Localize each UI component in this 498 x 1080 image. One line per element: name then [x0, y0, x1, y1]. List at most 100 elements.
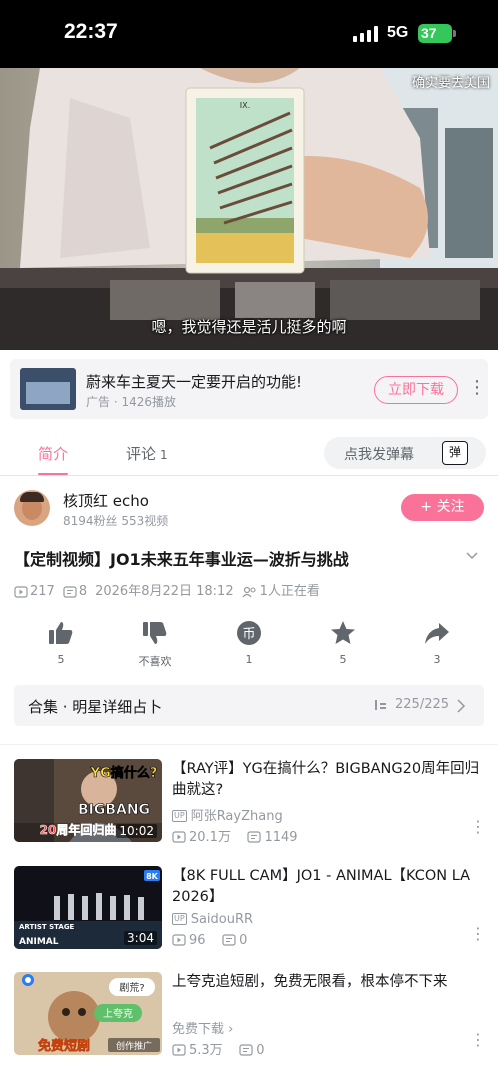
battery-level: 37	[421, 25, 437, 41]
related-uploader-name: SaidouRR	[190, 912, 254, 927]
like-button[interactable]: 5	[21, 620, 101, 666]
video-subtitle: 嗯，我觉得还是活儿挺多的啊	[151, 318, 347, 336]
free-download-label: 免费下载	[172, 1022, 225, 1037]
tab-underline	[38, 473, 68, 475]
thumb-text: 20周年回归曲	[40, 822, 117, 837]
danmu-input[interactable]: 点我发弹幕 弹	[324, 437, 486, 469]
avatar[interactable]	[14, 490, 50, 526]
watching-icon	[242, 586, 256, 597]
view-count: 217	[30, 584, 55, 599]
video-player[interactable]: IX. 确实要去美国 嗯，我觉得还是活儿挺多的啊	[0, 68, 498, 350]
video-frame: IX.	[0, 68, 498, 350]
thumb-text: BIGBANG	[78, 802, 150, 818]
danmu-icon[interactable]: 弹	[442, 441, 468, 465]
related-title: 上夸克追短剧，免费无限看，根本停不下来	[172, 974, 448, 990]
danmaku-count-icon	[247, 831, 262, 843]
thumb-text: 剧荒?	[119, 982, 144, 994]
tab-intro[interactable]: 简介	[38, 443, 68, 464]
video-duration: 10:02	[116, 824, 157, 838]
more-icon[interactable]: ⋮	[470, 924, 486, 943]
play-count-icon	[172, 1044, 186, 1056]
publish-date: 2026年8月22日 18:12	[95, 584, 234, 599]
dislike-icon	[143, 622, 167, 644]
danmaku-count: 8	[78, 584, 88, 599]
ad-meta: 广告 · 1426播放	[86, 395, 176, 409]
coin-count: 1	[245, 653, 253, 666]
thumb-text: 上夸克	[103, 1007, 133, 1020]
thumb-text: ARTIST STAGE	[19, 923, 75, 931]
uploader-stats: 8194粉丝 553视频	[63, 514, 169, 528]
tab-comments-label: 评论	[126, 445, 157, 463]
share-count: 3	[433, 653, 441, 666]
related-uploader: UP SaidouRR	[172, 912, 253, 927]
list-item[interactable]: 8K ARTIST STAGE ANIMAL 3:04 【8K FULL CAM…	[0, 866, 498, 962]
up-badge-icon: UP	[172, 810, 187, 822]
danmaku-count-icon	[222, 934, 236, 946]
collection-bar[interactable]: 合集 · 明星详细占卜 225/225	[14, 685, 484, 726]
thumb-text: 8K	[146, 872, 159, 881]
chevron-right-icon	[457, 699, 466, 713]
signal-icon	[353, 26, 378, 42]
like-icon	[49, 622, 73, 644]
network-type: 5G	[387, 24, 409, 41]
battery-icon: 37	[418, 24, 452, 43]
tab-comments[interactable]: 评论 1	[126, 443, 168, 464]
dislike-label: 不喜欢	[138, 655, 172, 668]
related-comments: 0	[256, 1043, 265, 1058]
related-stats: 20.1万 1149	[172, 826, 298, 845]
play-count-icon	[172, 934, 186, 946]
favorite-count: 5	[339, 653, 347, 666]
play-count-icon	[172, 831, 186, 843]
related-comments: 1149	[264, 830, 298, 845]
more-icon[interactable]: ⋮	[468, 377, 486, 398]
danmu-placeholder: 点我发弹幕	[344, 447, 414, 463]
status-time: 22:37	[64, 20, 118, 43]
free-download-link[interactable]: 免费下载 ›	[172, 1018, 233, 1037]
comments-count: 1	[160, 448, 168, 462]
card-numeral: IX.	[240, 101, 250, 110]
video-watermark: 确实要去美国	[411, 76, 490, 91]
video-thumbnail[interactable]: 8K ARTIST STAGE ANIMAL 3:04	[14, 866, 162, 949]
video-thumbnail[interactable]: 剧荒? 上夸克 免费短剧 创作推广	[14, 972, 162, 1055]
related-comments: 0	[239, 933, 248, 948]
up-badge-icon: UP	[172, 913, 187, 925]
follow-button[interactable]: + 关注	[401, 494, 484, 521]
more-icon[interactable]: ⋮	[470, 1030, 486, 1049]
battery-tip	[453, 30, 456, 37]
danmaku-count-icon	[63, 585, 77, 598]
ad-thumbnail	[20, 368, 76, 410]
related-uploader-name: 阿张RayZhang	[190, 809, 283, 824]
collection-title: 合集 · 明星详细占卜	[28, 698, 163, 716]
video-thumbnail[interactable]: YG搞什么? BIGBANG 20周年回归曲 10:02	[14, 759, 162, 842]
dislike-button[interactable]: 不喜欢	[115, 620, 195, 669]
ad-title: 蔚来车主夏天一定要开启的功能!	[86, 373, 303, 391]
ad-download-button[interactable]: 立即下载	[374, 376, 458, 404]
ad-thumbnail-screen	[26, 382, 70, 404]
coin-button[interactable]: 币 1	[209, 620, 289, 666]
video-meta: 217 8 2026年8月22日 18:12 1人正在看	[14, 580, 484, 599]
play-count-icon	[14, 585, 28, 598]
thumb-text: ANIMAL	[19, 937, 59, 947]
avatar-hair	[20, 492, 44, 502]
thumb-text: 创作推广	[116, 1040, 152, 1052]
danmaku-count-icon	[239, 1044, 253, 1056]
uploader-name[interactable]: 核顶红 echo	[63, 490, 149, 511]
related-title: 【RAY评】YG在搞什么？BIGBANG20周年回归曲就这?	[172, 761, 480, 798]
favorite-button[interactable]: 5	[303, 620, 383, 666]
thumb-text: YG搞什么?	[90, 765, 158, 781]
favorite-icon	[331, 621, 355, 644]
chevron-down-icon[interactable]	[466, 550, 478, 562]
svg-text:币: 币	[242, 627, 255, 642]
related-views: 20.1万	[189, 830, 231, 845]
status-bar: 22:37 5G 37	[0, 0, 498, 68]
tab-intro-label: 简介	[38, 445, 69, 463]
like-count: 5	[57, 653, 65, 666]
share-icon	[425, 623, 449, 644]
list-icon	[375, 700, 386, 710]
list-item[interactable]: 剧荒? 上夸克 免费短剧 创作推广 上夸克追短剧，免费无限看，根本停不下来 免费…	[0, 972, 498, 1068]
share-button[interactable]: 3	[397, 620, 477, 666]
related-stats: 96 0	[172, 933, 247, 948]
more-icon[interactable]: ⋮	[470, 817, 486, 836]
ad-banner[interactable]: 蔚来车主夏天一定要开启的功能! 广告 · 1426播放 立即下载 ⋮	[10, 359, 488, 419]
list-item[interactable]: YG搞什么? BIGBANG 20周年回归曲 10:02 【RAY评】YG在搞什…	[0, 759, 498, 855]
